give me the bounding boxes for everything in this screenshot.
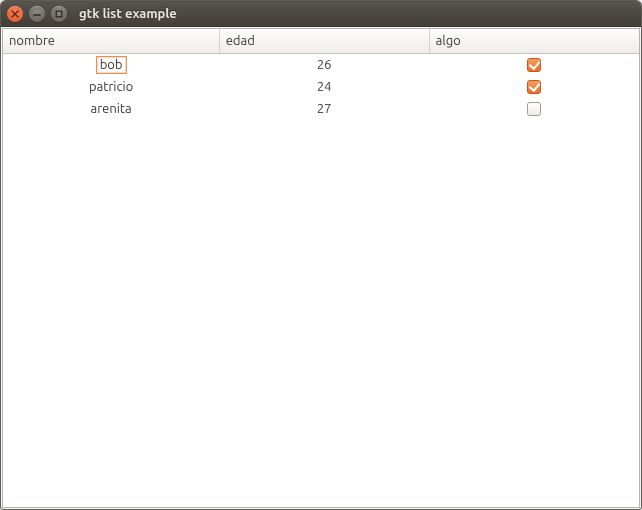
treeview[interactable]: nombre edad algo bob 26 patricio — [3, 29, 639, 120]
close-icon[interactable] — [7, 6, 23, 22]
age-cell[interactable]: 24 — [219, 76, 429, 98]
treeview-container: nombre edad algo bob 26 patricio — [2, 28, 640, 508]
table-row[interactable]: patricio 24 — [3, 76, 639, 98]
window: gtk list example nombre edad algo bob 26 — [0, 0, 642, 510]
titlebar[interactable]: gtk list example — [1, 1, 641, 27]
column-header-something[interactable]: algo — [429, 29, 639, 53]
name-cell-editor[interactable]: bob — [96, 56, 127, 74]
table-row[interactable]: arenita 27 — [3, 98, 639, 120]
column-header-name[interactable]: nombre — [3, 29, 219, 53]
checkbox[interactable] — [527, 58, 541, 72]
window-title: gtk list example — [79, 7, 177, 21]
table-row[interactable]: bob 26 — [3, 53, 639, 76]
maximize-icon[interactable] — [51, 6, 67, 22]
checkbox[interactable] — [527, 102, 541, 116]
name-cell[interactable]: patricio — [3, 76, 219, 98]
column-header-age[interactable]: edad — [219, 29, 429, 53]
minimize-icon[interactable] — [29, 6, 45, 22]
name-cell[interactable]: arenita — [3, 98, 219, 120]
age-cell[interactable]: 26 — [219, 53, 429, 76]
checkbox[interactable] — [527, 80, 541, 94]
age-cell[interactable]: 27 — [219, 98, 429, 120]
